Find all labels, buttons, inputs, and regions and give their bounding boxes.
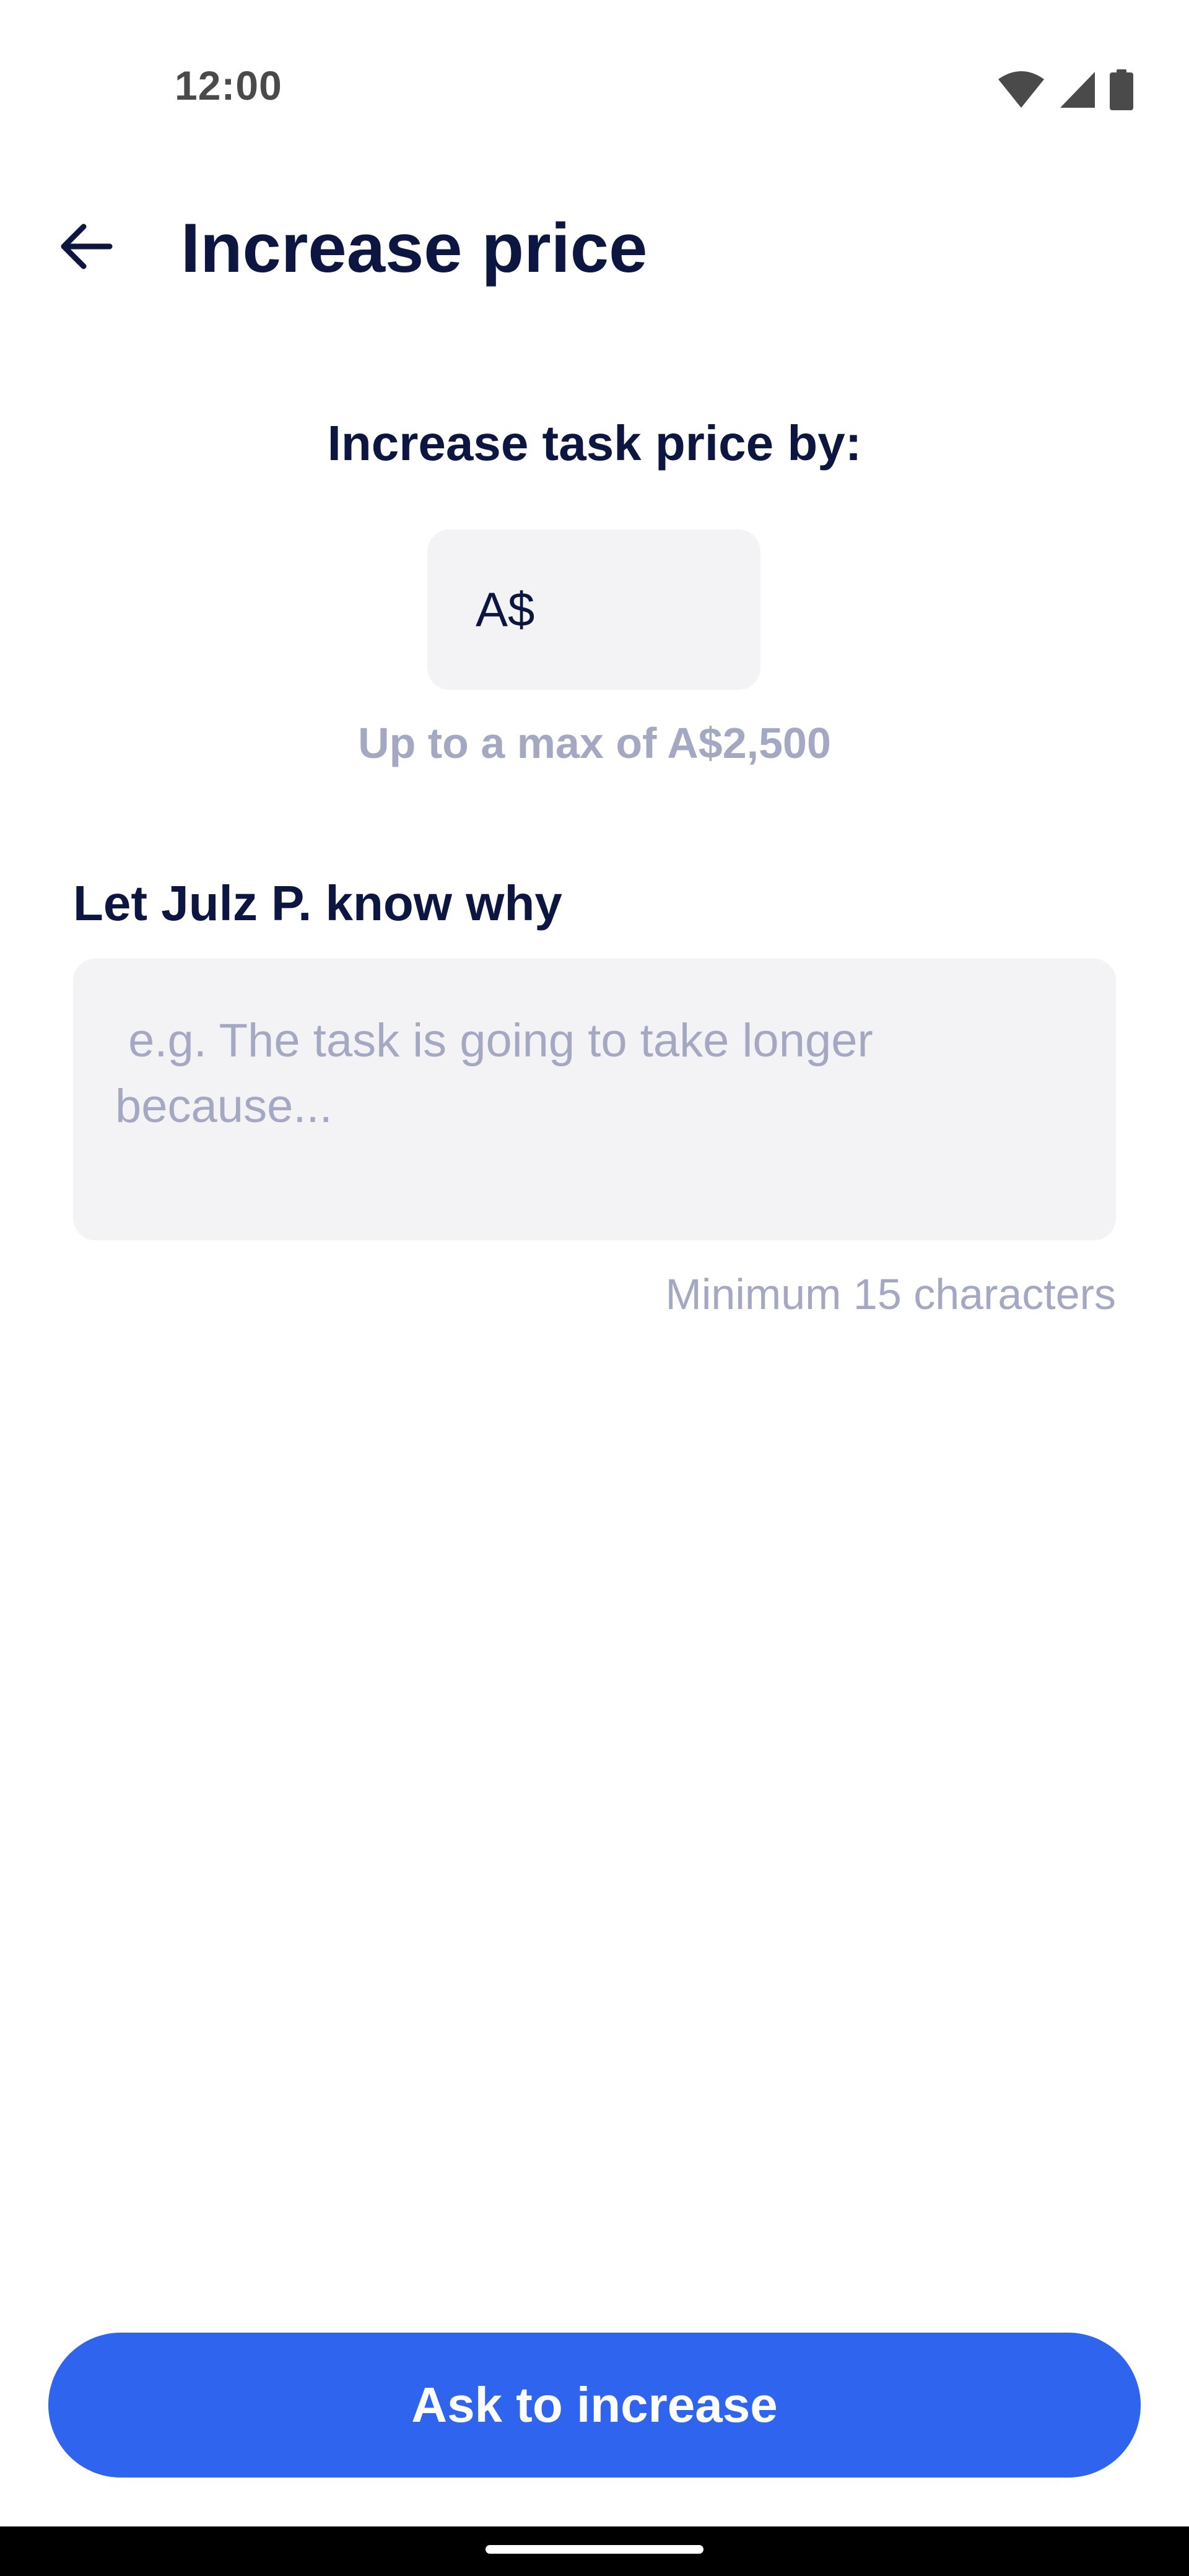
home-indicator[interactable]	[486, 2545, 703, 2554]
cellular-signal-icon	[1059, 71, 1096, 109]
system-navigation-bar	[0, 2526, 1189, 2576]
wifi-icon	[997, 71, 1045, 109]
amount-input[interactable]	[541, 581, 742, 638]
app-bar: Increase price	[0, 186, 1189, 310]
minimum-characters-hint: Minimum 15 characters	[665, 1270, 1116, 1318]
arrow-left-icon	[59, 222, 115, 274]
battery-icon	[1110, 69, 1133, 110]
ask-to-increase-button[interactable]: Ask to increase	[48, 2333, 1141, 2478]
back-button[interactable]	[43, 211, 130, 285]
status-bar: 12:00	[0, 0, 1189, 173]
reason-label: Let Julz P. know why	[73, 876, 562, 931]
price-section-heading: Increase task price by:	[327, 416, 862, 471]
status-time: 12:00	[175, 63, 282, 108]
max-amount-hint: Up to a max of A$2,500	[358, 719, 831, 767]
status-icons	[997, 68, 1133, 111]
reason-textarea[interactable]	[73, 959, 1116, 1240]
amount-input-field[interactable]: A$	[427, 529, 760, 690]
currency-prefix: A$	[476, 582, 535, 637]
page-title: Increase price	[181, 209, 648, 287]
